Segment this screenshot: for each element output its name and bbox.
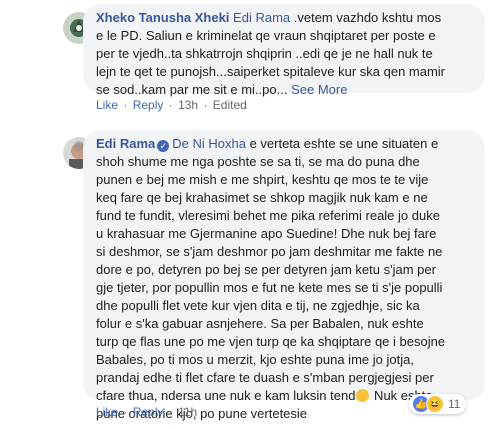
separator-dot: · <box>123 405 128 419</box>
haha-reaction-icon: 😆 <box>426 395 444 413</box>
separator-dot: · <box>123 98 128 112</box>
comment-bubble: Edi Rama ✓ De Ni Hoxha e verteta eshte se … <box>83 130 485 421</box>
separator-dot: · <box>168 405 173 419</box>
comment-author[interactable]: Xheko Tanusha Xheki <box>96 10 229 25</box>
edited-label[interactable]: Edited <box>213 98 247 112</box>
reaction-count: 11 <box>448 397 461 411</box>
reactions-summary[interactable]: 👍 😆 11 <box>409 394 467 414</box>
like-button[interactable]: Like <box>96 98 118 112</box>
comment-body: Edi Rama ✓ De Ni Hoxha e verteta eshte se … <box>96 135 484 423</box>
comment-body: Xheko Tanusha Xheki Edi Rama .vetem vazh… <box>96 9 481 99</box>
thinking-face-emoji-icon <box>356 389 370 402</box>
like-button[interactable]: Like <box>96 405 118 419</box>
comment-author[interactable]: Edi Rama <box>96 136 155 151</box>
comment-actions: Like · Reply · 13h · Edited <box>96 98 247 112</box>
comment-actions: Like · Reply · 11h <box>96 405 197 419</box>
separator-dot: · <box>168 98 173 112</box>
verified-badge-icon: ✓ <box>157 140 170 152</box>
mention-link[interactable]: Edi Rama <box>233 10 290 25</box>
see-more-link[interactable]: See More <box>287 82 347 97</box>
mention-link[interactable]: De Ni Hoxha <box>172 136 246 151</box>
comment-timestamp[interactable]: 11h <box>178 405 197 419</box>
reply-button[interactable]: Reply <box>133 405 164 419</box>
separator-dot: · <box>203 98 208 112</box>
reply-button[interactable]: Reply <box>133 98 164 112</box>
comment-timestamp[interactable]: 13h <box>178 98 198 112</box>
comment-bubble: Xheko Tanusha Xheki Edi Rama .vetem vazh… <box>83 4 485 97</box>
comment-text: e verteta eshte se une situaten e shoh s… <box>96 136 446 403</box>
